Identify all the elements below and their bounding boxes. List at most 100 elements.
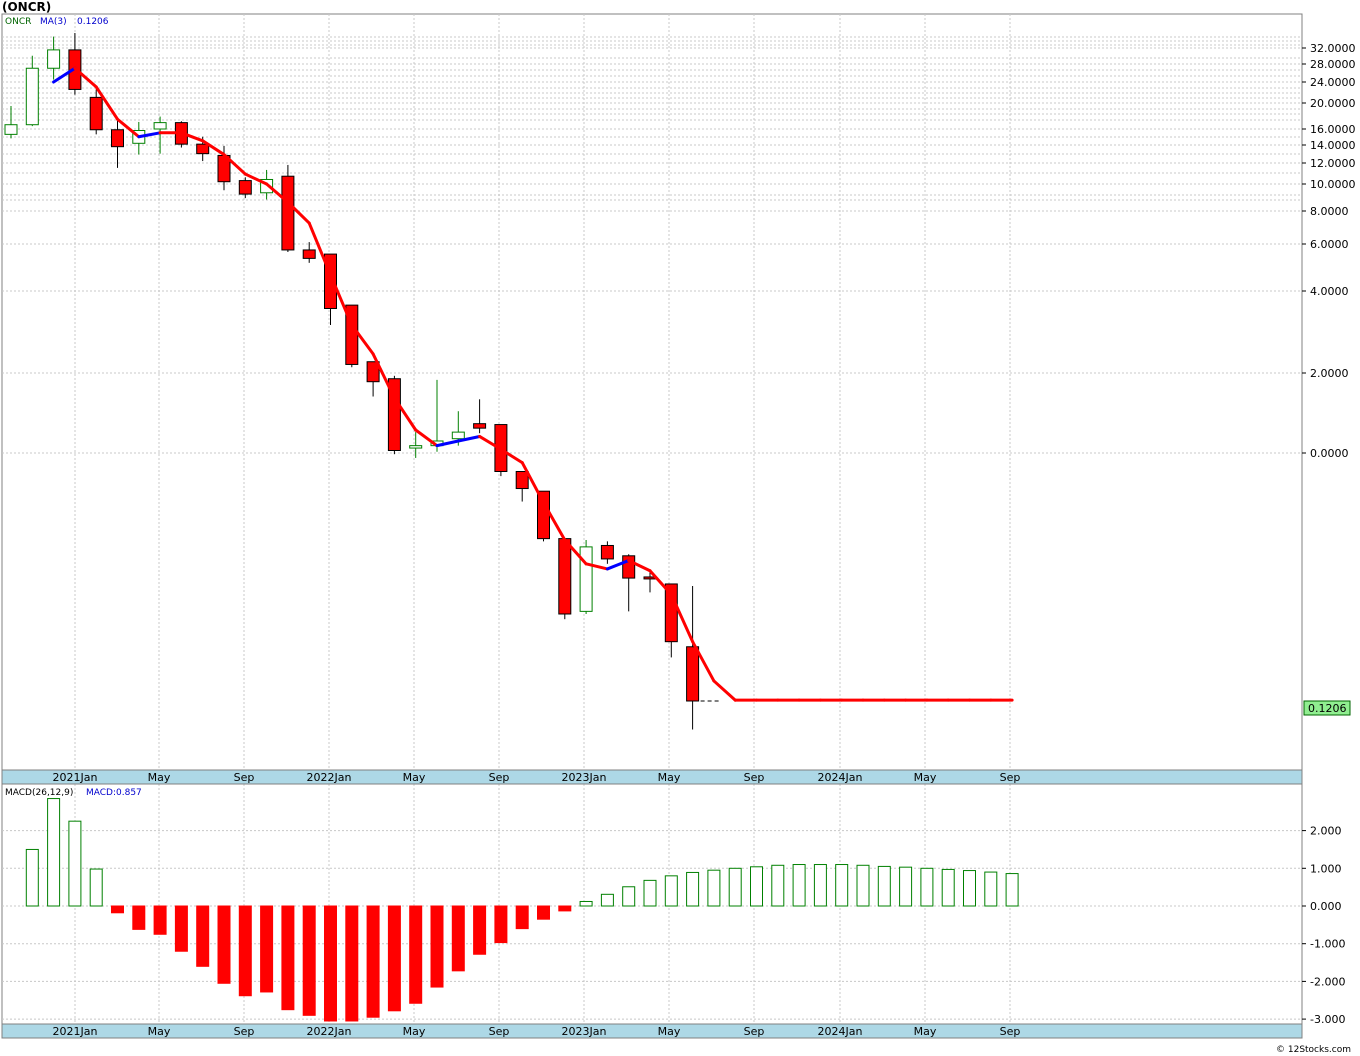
macd-bar: [25, 848, 39, 907]
price-y-tick-label: 16.0000: [1310, 123, 1356, 136]
candle-body: [25, 67, 39, 126]
macd-x-tick-label: Sep: [234, 1025, 255, 1038]
macd-value-label: MACD:0.857: [86, 788, 142, 798]
macd-bar: [387, 905, 401, 1012]
price-x-tick-label: May: [403, 771, 426, 784]
macd-bar: [664, 875, 678, 907]
price-x-tick-label: May: [148, 771, 171, 784]
price-y-tick-label: 20.0000: [1310, 97, 1356, 110]
macd-bar: [643, 879, 657, 907]
candle-body: [153, 122, 167, 130]
macd-bar: [89, 868, 103, 907]
price-panel-frame: [1, 13, 1303, 771]
price-x-tick-label: May: [914, 771, 937, 784]
macd-bar: [813, 864, 827, 907]
macd-x-tick-label: 2021Jan: [53, 1025, 98, 1038]
macd-bar: [963, 870, 976, 907]
macd-bar: [324, 905, 337, 1022]
macd-bar: [1005, 873, 1019, 907]
price-y-tick-label: 8.0000: [1310, 205, 1349, 218]
macd-bar: [750, 866, 763, 907]
macd-bar: [451, 905, 465, 972]
macd-y-tick-label: 1.000: [1310, 862, 1342, 875]
macd-x-tick-label: Sep: [1000, 1025, 1021, 1038]
macd-bar: [835, 864, 849, 907]
price-x-tick-label: Sep: [744, 771, 765, 784]
candle-body: [451, 431, 465, 440]
ma-label: MA(3): [40, 17, 67, 27]
macd-bar: [196, 905, 210, 967]
macd-bar: [728, 867, 742, 907]
macd-bar: [238, 905, 252, 997]
macd-bar: [260, 905, 274, 993]
candle-body: [600, 544, 614, 560]
macd-bar: [132, 905, 146, 930]
price-x-axis-band: [1, 769, 1303, 785]
macd-x-tick-label: Sep: [744, 1025, 765, 1038]
macd-bar: [366, 905, 380, 1018]
macd-x-tick-label: Sep: [489, 1025, 510, 1038]
macd-x-axis-band: [1, 1023, 1303, 1039]
watermark: © 12Stocks.com: [1276, 1045, 1351, 1055]
price-y-tick-label: 32.0000: [1310, 42, 1356, 55]
macd-x-tick-label: May: [658, 1025, 681, 1038]
macd-bar: [941, 868, 955, 907]
macd-x-tick-label: 2023Jan: [562, 1025, 607, 1038]
macd-bar: [174, 905, 188, 952]
macd-bar: [686, 871, 700, 907]
price-x-tick-label: 2022Jan: [307, 771, 352, 784]
candle-body: [47, 49, 61, 69]
macd-bar: [707, 869, 721, 907]
macd-bar: [622, 886, 636, 907]
price-x-tick-label: Sep: [234, 771, 255, 784]
macd-y-tick-label: -3.000: [1310, 1013, 1345, 1026]
candle-body: [281, 175, 295, 251]
macd-x-tick-label: May: [914, 1025, 937, 1038]
macd-bar: [537, 905, 550, 920]
macd-bar: [600, 893, 614, 907]
macd-bar: [899, 866, 913, 907]
macd-bar: [473, 905, 487, 955]
macd-bar: [345, 905, 359, 1022]
candle-body: [409, 445, 423, 449]
macd-bar: [409, 905, 423, 1004]
candle-body: [196, 143, 210, 155]
macd-bar: [792, 864, 806, 907]
macd-bar: [920, 867, 934, 907]
price-y-tick-label: 12.0000: [1310, 157, 1356, 170]
macd-x-tick-label: 2022Jan: [307, 1025, 352, 1038]
macd-x-tick-label: May: [148, 1025, 171, 1038]
candle-body: [558, 538, 572, 615]
price-y-tick-label: 14.0000: [1310, 139, 1356, 152]
price-y-tick-label: 2.0000: [1310, 367, 1349, 380]
macd-bar: [856, 864, 870, 907]
candle-body: [89, 96, 103, 131]
macd-bar: [558, 905, 572, 912]
candle-body: [686, 646, 700, 702]
macd-bar: [217, 905, 231, 984]
macd-y-tick-label: -1.000: [1310, 938, 1345, 951]
macd-bar: [47, 798, 61, 907]
price-y-tick-label: 6.0000: [1310, 238, 1349, 251]
candle-body: [473, 423, 487, 429]
macd-y-tick-label: -2.000: [1310, 975, 1345, 988]
macd-x-tick-label: 2024Jan: [818, 1025, 863, 1038]
macd-bar: [302, 905, 316, 1016]
price-x-tick-label: 2023Jan: [562, 771, 607, 784]
chart-canvas: 2021Jan 2021Jan May May Sep Sep 2022Jan 2022Jan…: [1, 13, 1356, 1055]
macd-y-tick-label: 0.000: [1310, 900, 1342, 913]
candle-body: [4, 124, 18, 135]
candle-body: [111, 129, 124, 148]
macd-label: MACD(26,12,9): [5, 788, 73, 798]
price-y-tick-label: 10.0000: [1310, 178, 1356, 191]
macd-bar: [153, 905, 167, 935]
macd-x-tick-label: May: [403, 1025, 426, 1038]
macd-bar: [281, 905, 295, 1011]
macd-bar: [494, 905, 508, 944]
candle-body: [537, 490, 550, 540]
symbol-label: ONCR: [5, 17, 31, 27]
macd-bar: [771, 864, 785, 907]
last-price-label: 0.1206: [1308, 702, 1347, 715]
price-x-tick-label: 2024Jan: [818, 771, 863, 784]
ma-value: 0.1206: [77, 17, 109, 27]
